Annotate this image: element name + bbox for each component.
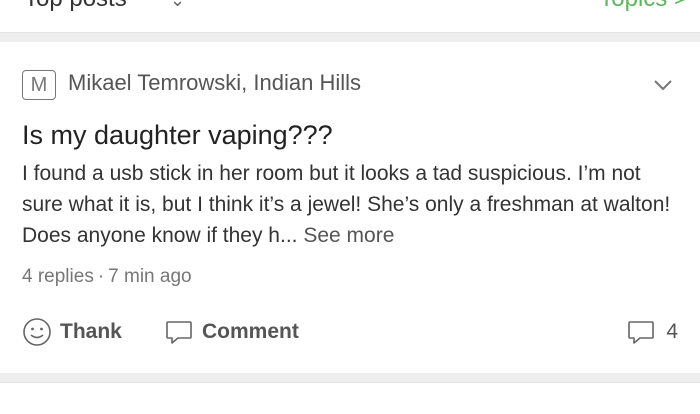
comment-count-button[interactable]: 4	[626, 317, 678, 347]
avatar[interactable]: M	[22, 70, 56, 100]
post-card[interactable]: M Mikael Temrowski, Indian Hills Is my d…	[0, 42, 700, 373]
comment-icon	[166, 321, 192, 344]
chevron-down-icon[interactable]	[652, 74, 674, 96]
thank-label: Thank	[60, 320, 122, 343]
comment-label: Comment	[202, 320, 299, 343]
topics-link[interactable]: Topics >	[599, 0, 688, 13]
top-posts-dropdown[interactable]: Top posts	[24, 0, 127, 13]
chevron-down-icon[interactable]: ⌄	[170, 0, 185, 11]
post-time: 7 min ago	[108, 266, 192, 287]
post-meta: 4 replies · 7 min ago	[22, 266, 192, 288]
smile-icon	[23, 318, 51, 346]
next-post-partial: ...	[0, 384, 700, 414]
see-more-link[interactable]: See more	[303, 224, 394, 247]
post-body: I found a usb stick in her room but it l…	[22, 158, 682, 251]
post-author[interactable]: Mikael Temrowski, Indian Hills	[68, 70, 361, 96]
divider	[0, 373, 700, 383]
comment-button[interactable]: Comment	[164, 317, 299, 347]
next-post-author-partial[interactable]: ...	[24, 404, 42, 414]
top-bar: Top posts ⌄ Topics >	[0, 0, 700, 32]
thank-button[interactable]: Thank	[22, 317, 122, 347]
replies-count[interactable]: 4 replies	[22, 266, 94, 287]
divider	[0, 32, 700, 42]
comment-icon	[628, 321, 655, 344]
comment-count: 4	[666, 320, 678, 343]
post-title[interactable]: Is my daughter vaping???	[22, 120, 333, 151]
meta-separator: ·	[97, 266, 105, 287]
